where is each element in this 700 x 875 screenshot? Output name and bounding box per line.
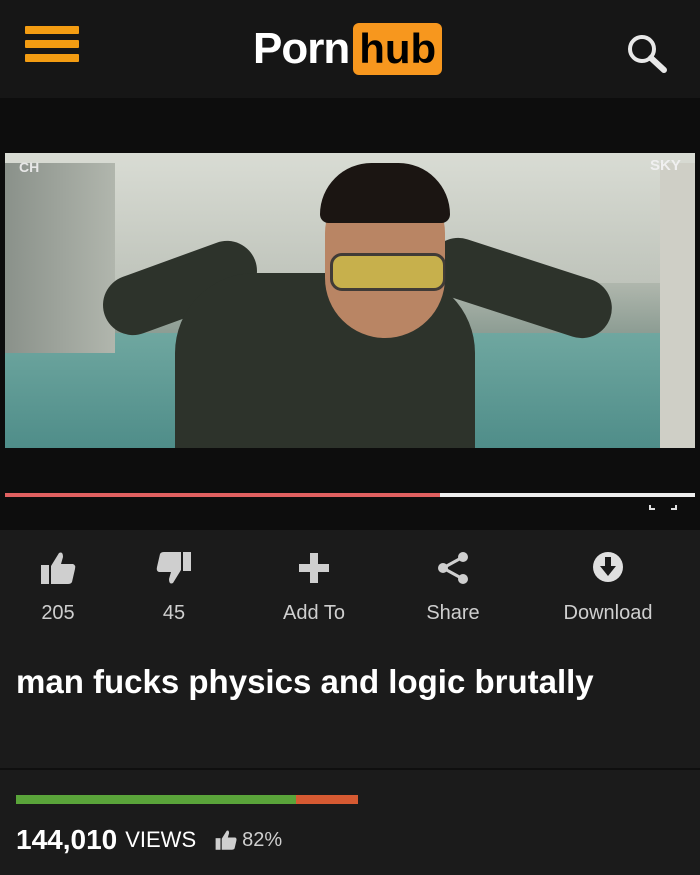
video-progress-fill (5, 493, 440, 497)
add-to-button[interactable]: Add To (264, 530, 364, 640)
rating-thumbs-up-icon (215, 830, 237, 850)
like-count: 205 (41, 602, 75, 624)
share-icon (438, 552, 468, 584)
rating-bar-fill (16, 795, 297, 804)
logo-text-badge: hub (353, 23, 443, 75)
add-to-label: Add To (283, 602, 345, 624)
thumbs-down-icon (156, 552, 191, 584)
channel-watermark-right: SKY (650, 157, 681, 174)
download-button[interactable]: Download (548, 530, 668, 640)
video-frame[interactable]: CH SKY (5, 153, 695, 448)
download-label: Download (563, 602, 653, 624)
action-row: 205 45 Add To Share Download (0, 530, 700, 640)
rating-percent: 82% (242, 828, 283, 851)
channel-watermark-left: CH (19, 159, 40, 175)
share-label: Share (426, 602, 480, 624)
like-button[interactable]: 205 (20, 530, 96, 640)
dislike-button[interactable]: 45 (136, 530, 212, 640)
logo-text-primary: Porn (253, 24, 350, 73)
search-icon[interactable] (622, 30, 672, 76)
video-player[interactable]: CH SKY (0, 98, 700, 530)
video-title: man fucks physics and logic brutally (16, 663, 594, 700)
site-logo[interactable]: Porn hub (253, 20, 443, 78)
divider (0, 768, 700, 770)
menu-icon[interactable] (25, 26, 79, 70)
share-button[interactable]: Share (408, 530, 498, 640)
rating-bar (16, 795, 358, 804)
dislike-count: 45 (162, 602, 186, 624)
thumbs-up-icon (41, 552, 76, 584)
download-icon (593, 552, 623, 582)
video-stats: 144,010 VIEWS 82% (16, 822, 282, 858)
top-bar: Porn hub (0, 0, 700, 98)
fullscreen-icon[interactable] (648, 495, 678, 511)
views-label: VIEWS (125, 827, 197, 852)
views-count: 144,010 (16, 824, 118, 855)
plus-icon (299, 553, 329, 583)
video-progress-bar[interactable] (5, 493, 695, 497)
